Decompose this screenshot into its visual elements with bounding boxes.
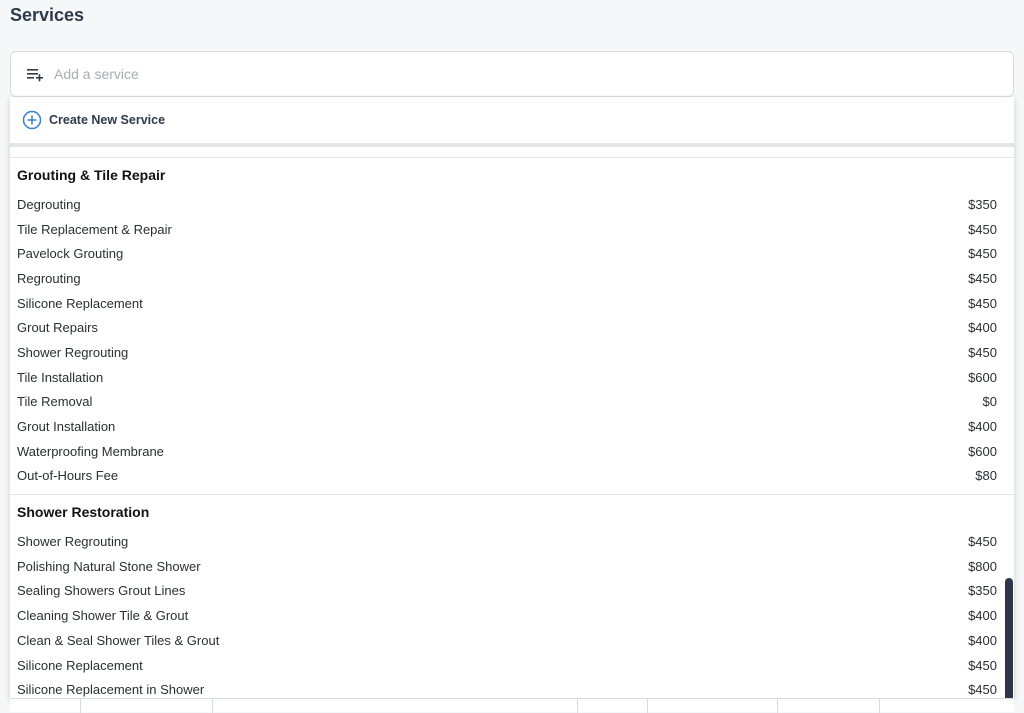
service-option[interactable]: Grout Repairs $400	[10, 315, 1014, 340]
service-option[interactable]: Tile Replacement & Repair $450	[10, 217, 1014, 242]
service-price: $450	[968, 344, 997, 360]
service-price: $400	[968, 608, 997, 624]
service-name: Silicone Replacement	[17, 657, 143, 673]
service-name: Shower Regrouting	[17, 344, 129, 360]
plus-circle-icon	[22, 110, 42, 130]
service-price: $450	[968, 534, 997, 550]
service-option[interactable]: Tile Removal $0	[10, 390, 1014, 415]
service-price: $450	[968, 221, 997, 237]
service-price: $450	[968, 657, 997, 673]
service-name: Tile Replacement & Repair	[17, 221, 172, 237]
service-option[interactable]: Sealing Showers Grout Lines $350	[10, 579, 1014, 604]
service-option[interactable]: Out-of-Hours Fee $80	[10, 464, 1014, 489]
service-price: $400	[968, 320, 997, 336]
service-price: $450	[968, 295, 997, 311]
service-search-input[interactable]	[54, 66, 954, 82]
service-option[interactable]: Silicone Replacement in Shower $450	[10, 677, 1014, 698]
service-name: Shower Regrouting	[17, 534, 129, 550]
service-option[interactable]: Polishing Natural Stone Shower $800	[10, 554, 1014, 579]
service-option[interactable]: Grout Installation $400	[10, 414, 1014, 439]
service-option[interactable]: Pavelock Grouting $450	[10, 241, 1014, 266]
service-option[interactable]: Silicone Replacement $450	[10, 653, 1014, 678]
service-price: $800	[968, 558, 997, 574]
group-header: Shower Restoration	[17, 504, 150, 521]
service-option[interactable]: Tile Installation $600	[10, 365, 1014, 390]
service-price: $400	[968, 632, 997, 648]
service-search-box[interactable]	[10, 51, 1014, 97]
service-price: $400	[968, 419, 997, 435]
service-list[interactable]: Grouting & Tile Repair Degrouting $350 Tile…	[10, 157, 1014, 698]
service-price: $600	[968, 443, 997, 459]
service-option[interactable]: Shower Regrouting $450	[10, 340, 1014, 365]
service-name: Sealing Showers Grout Lines	[17, 583, 186, 599]
service-name: Waterproofing Membrane	[17, 443, 164, 459]
service-dropdown: Create New Service Grouting & Tile Repai…	[10, 97, 1014, 698]
service-option[interactable]: Shower Regrouting $450	[10, 529, 1014, 554]
scrollbar-thumb[interactable]	[1005, 578, 1013, 698]
service-name: Tile Removal	[17, 394, 93, 410]
service-name: Silicone Replacement	[17, 295, 143, 311]
service-name: Tile Installation	[17, 369, 104, 385]
create-new-service-label: Create New Service	[49, 113, 166, 127]
service-name: Degrouting	[17, 196, 81, 212]
service-option[interactable]: Degrouting $350	[10, 192, 1014, 217]
service-option[interactable]: Cleaning Shower Tile & Grout $400	[10, 603, 1014, 628]
service-name: Out-of-Hours Fee	[17, 468, 119, 484]
service-price: $450	[968, 270, 997, 286]
playlist-add-icon	[27, 69, 43, 82]
service-option[interactable]: Clean & Seal Shower Tiles & Grout $400	[10, 628, 1014, 653]
service-option[interactable]: Silicone Replacement $450	[10, 291, 1014, 316]
page-title: Services	[10, 5, 85, 25]
service-name: Regrouting	[17, 270, 81, 286]
service-name: Polishing Natural Stone Shower	[17, 558, 201, 574]
service-option[interactable]: Waterproofing Membrane $600	[10, 439, 1014, 464]
underlying-table-edge	[10, 698, 1014, 713]
service-name: Grout Installation	[17, 419, 116, 435]
group-header: Grouting & Tile Repair	[17, 167, 166, 183]
service-price: $600	[968, 369, 997, 385]
create-new-service-button[interactable]: Create New Service	[10, 97, 1014, 147]
service-name: Silicone Replacement in Shower	[17, 682, 205, 698]
service-name: Clean & Seal Shower Tiles & Grout	[17, 632, 220, 648]
service-price: $0	[982, 394, 997, 410]
service-option[interactable]: Regrouting $450	[10, 266, 1014, 291]
service-price: $450	[968, 246, 997, 262]
service-name: Pavelock Grouting	[17, 246, 124, 262]
service-name: Cleaning Shower Tile & Grout	[17, 608, 189, 624]
service-price: $350	[968, 196, 997, 212]
service-price: $350	[968, 583, 997, 599]
service-price: $450	[968, 682, 997, 698]
service-price: $80	[975, 468, 997, 484]
service-name: Grout Repairs	[17, 320, 98, 336]
